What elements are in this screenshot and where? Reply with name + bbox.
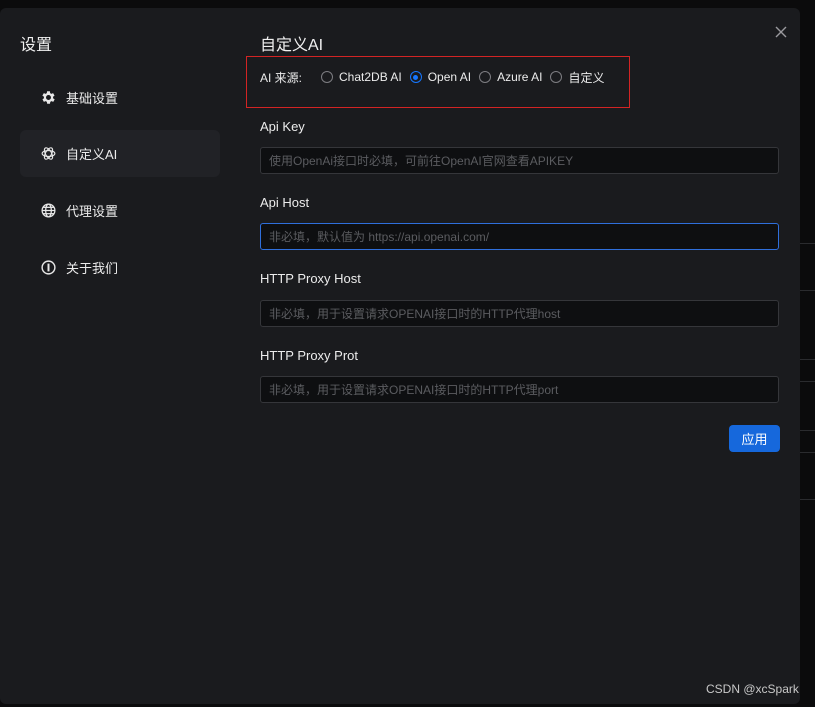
backdrop-table-edge <box>800 0 815 707</box>
sidebar-title: 设置 <box>20 37 53 54</box>
page-title: 自定义AI <box>260 37 324 54</box>
sidebar-item-label: 代理设置 <box>66 204 119 219</box>
radio-label: Chat2DB AI <box>339 70 402 84</box>
radio-open-ai[interactable]: Open AI <box>409 70 472 84</box>
openai-icon <box>39 145 57 163</box>
http-proxy-port-input[interactable] <box>260 376 779 403</box>
radio-chat2db-ai[interactable]: Chat2DB AI <box>321 70 402 84</box>
radio-label: 自定义 <box>568 70 605 85</box>
radio-circle-icon <box>321 71 334 83</box>
radio-custom[interactable]: 自定义 <box>550 69 604 86</box>
apply-button[interactable]: 应用 <box>729 425 780 452</box>
ai-source-label: AI 来源: <box>260 70 303 85</box>
ai-source-selector: AI 来源: Chat2DB AI Open AI Azure AI 自定义 <box>260 68 612 86</box>
api-key-input[interactable] <box>260 147 779 174</box>
radio-circle-icon <box>550 71 563 83</box>
sidebar-item-label: 关于我们 <box>66 261 119 276</box>
radio-azure-ai[interactable]: Azure AI <box>479 70 542 84</box>
sidebar-item-about-us[interactable]: 关于我们 <box>20 244 220 291</box>
radio-label: Open AI <box>427 70 472 84</box>
close-icon[interactable] <box>773 24 789 40</box>
api-key-label: Api Key <box>260 119 305 134</box>
api-host-label: Api Host <box>260 195 310 210</box>
info-icon <box>39 259 57 277</box>
radio-label: Azure AI <box>497 70 543 84</box>
sidebar-item-proxy-settings[interactable]: 代理设置 <box>20 187 220 234</box>
http-proxy-port-label: HTTP Proxy Prot <box>260 348 359 363</box>
http-proxy-host-input[interactable] <box>260 300 779 327</box>
gear-icon <box>39 89 57 107</box>
http-proxy-host-label: HTTP Proxy Host <box>260 271 361 286</box>
sidebar-item-label: 自定义AI <box>66 147 118 162</box>
sidebar-item-custom-ai[interactable]: 自定义AI <box>20 130 220 177</box>
radio-checked-icon <box>409 71 422 83</box>
watermark-text: CSDN @xcSpark <box>706 682 799 696</box>
sidebar-item-label: 基础设置 <box>66 91 119 106</box>
radio-circle-icon <box>479 71 492 83</box>
globe-icon <box>39 202 57 220</box>
sidebar-item-basic-settings[interactable]: 基础设置 <box>20 74 220 121</box>
api-host-input[interactable] <box>260 223 779 250</box>
settings-modal: 设置 基础设置 自定义AI 代理设置 关于我们 自定义AI <box>0 8 800 704</box>
